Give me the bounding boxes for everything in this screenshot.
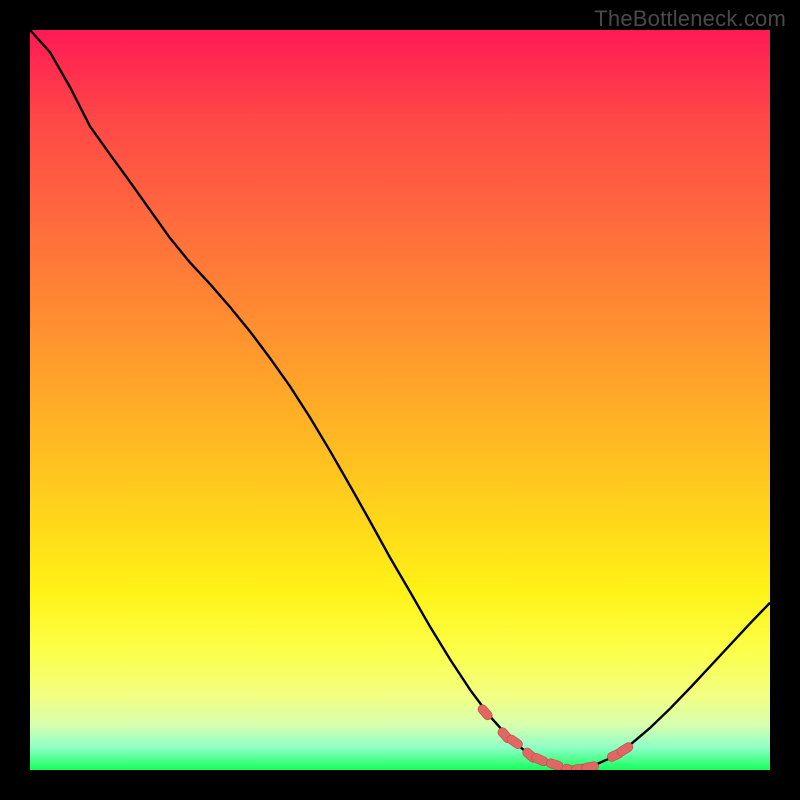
curve-markers: [476, 703, 634, 770]
curve-marker: [545, 758, 564, 770]
attribution-watermark: TheBottleneck.com: [594, 6, 786, 32]
bottleneck-curve: [30, 30, 770, 770]
plot-area: [30, 30, 770, 770]
chart-stage: TheBottleneck.com: [0, 0, 800, 800]
bottleneck-curve-layer: [30, 30, 770, 770]
curve-marker: [581, 761, 599, 770]
